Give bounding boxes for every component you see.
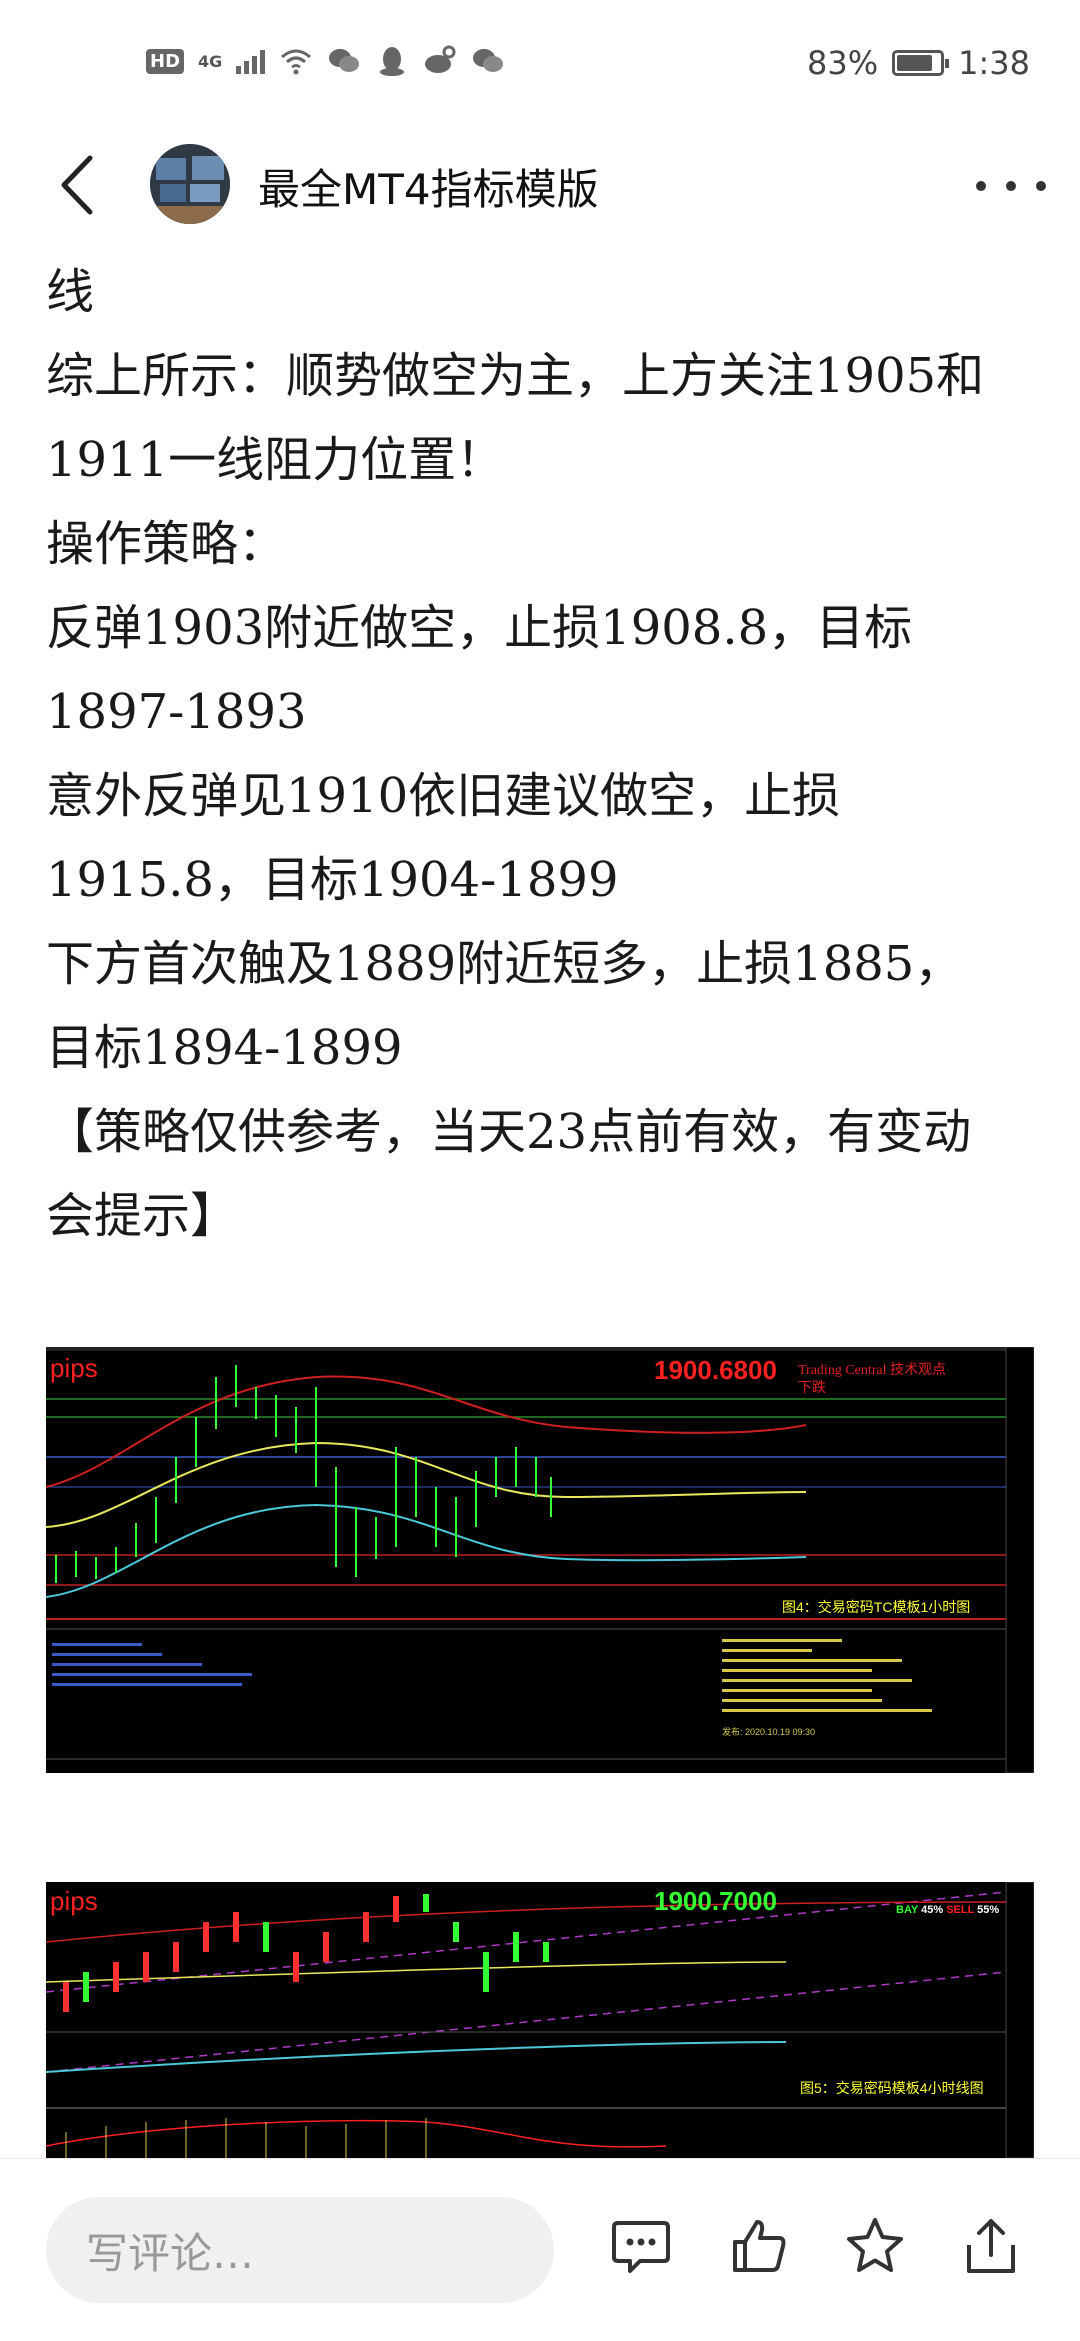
- clock: 1:38: [958, 44, 1030, 82]
- chart1-source: Trading Central 技术观点: [798, 1363, 947, 1378]
- chart2-canvas: [46, 1882, 1034, 2158]
- battery-percent: 83%: [807, 44, 879, 82]
- article-line: 1897-1893: [46, 684, 307, 740]
- chart2-caption: 图5：交易密码模板4小时线图: [800, 2080, 984, 2096]
- status-icons-right: 83% 1:38: [807, 44, 1030, 82]
- chevron-left-icon: [61, 155, 93, 215]
- avatar-image: [150, 144, 230, 224]
- battery-fill: [897, 55, 932, 71]
- wechat-icon: [329, 49, 360, 72]
- status-icons-left: HD 4G: [146, 44, 505, 78]
- like-button[interactable]: [724, 2211, 794, 2281]
- comment-input[interactable]: 写评论…: [46, 2197, 554, 2303]
- article-body: 线 综上所示：顺势做空为主，上方关注1905和 1911一线阻力位置！ 操作策略…: [46, 250, 1046, 1258]
- article-line: 操作策略：: [46, 516, 287, 572]
- chart2-sentiment: BAY 45% SELL 55%: [896, 1904, 999, 1916]
- article-header: 最全MT4指标模版: [0, 130, 1080, 240]
- comment-button[interactable]: [606, 2211, 676, 2281]
- article-line: 【策略仅供参考，当天23点前有效，有变动: [46, 1104, 972, 1160]
- article-line: 线: [46, 264, 95, 320]
- back-button[interactable]: [46, 150, 106, 220]
- status-bar: HD 4G 83% 1:38: [0, 0, 1080, 130]
- article-line: 会提示】: [46, 1188, 239, 1244]
- sell-percent: 55%: [977, 1904, 1000, 1916]
- chart2-price: 1900.7000: [654, 1886, 777, 1916]
- chart1-caption: 图4：交易密码TC模板1小时图: [782, 1599, 971, 1615]
- account-title[interactable]: 最全MT4指标模版: [258, 156, 599, 217]
- article-line: 综上所示：顺势做空为主，上方关注1905和: [46, 348, 985, 404]
- buy-label: BAY: [896, 1904, 919, 1916]
- more-dot-icon: [1036, 181, 1046, 191]
- more-options-button[interactable]: [976, 166, 1046, 206]
- star-icon: [847, 2218, 903, 2272]
- article-line: 下方首次触及1889附近短多，止损1885，: [46, 936, 963, 992]
- avatar[interactable]: [150, 144, 230, 224]
- chart1-canvas: [46, 1347, 1034, 1773]
- pips-logo: pips: [50, 1353, 98, 1383]
- article-line: 1915.8，目标1904-1899: [46, 852, 619, 908]
- wifi-icon: [281, 49, 312, 75]
- hd-badge: HD: [146, 48, 185, 74]
- favorite-button[interactable]: [840, 2211, 910, 2281]
- pips-logo: pips: [50, 1886, 98, 1916]
- signal-icon: [236, 48, 266, 74]
- comment-icon: [612, 2221, 670, 2273]
- buy-percent: 45%: [921, 1904, 944, 1916]
- chart-image-1h[interactable]: pips 1900.6800 Trading Central 技术观点 下跌 图…: [46, 1347, 1034, 1773]
- share-icon: [967, 2219, 1015, 2273]
- weibo-icon: [425, 45, 456, 73]
- more-dot-icon: [976, 181, 986, 191]
- article-line: 意外反弹见1910依旧建议做空，止损: [46, 768, 841, 824]
- qq-icon: [380, 47, 405, 76]
- bottom-action-bar: 写评论…: [0, 2158, 1080, 2341]
- article-line: 1911一线阻力位置！: [46, 432, 505, 488]
- article-line: 反弹1903附近做空，止损1908.8，目标: [46, 600, 913, 656]
- network-type: 4G: [198, 51, 223, 71]
- more-dot-icon: [1006, 181, 1016, 191]
- chart-image-4h[interactable]: pips 1900.7000 BAY 45% SELL 55% 图5：交易密码模…: [46, 1882, 1034, 2158]
- chart1-price: 1900.6800: [654, 1355, 777, 1385]
- sell-label: SELL: [946, 1904, 975, 1916]
- share-button[interactable]: [956, 2211, 1026, 2281]
- wechat-icon-2: [473, 49, 504, 72]
- article-line: 目标1894-1899: [46, 1020, 403, 1076]
- battery-icon: [892, 50, 950, 76]
- chart1-direction: 下跌: [798, 1381, 826, 1396]
- chart1-forecast-time: 发布: 2020.10.19 09:30: [722, 1727, 816, 1737]
- thumbs-up-icon: [733, 2220, 786, 2272]
